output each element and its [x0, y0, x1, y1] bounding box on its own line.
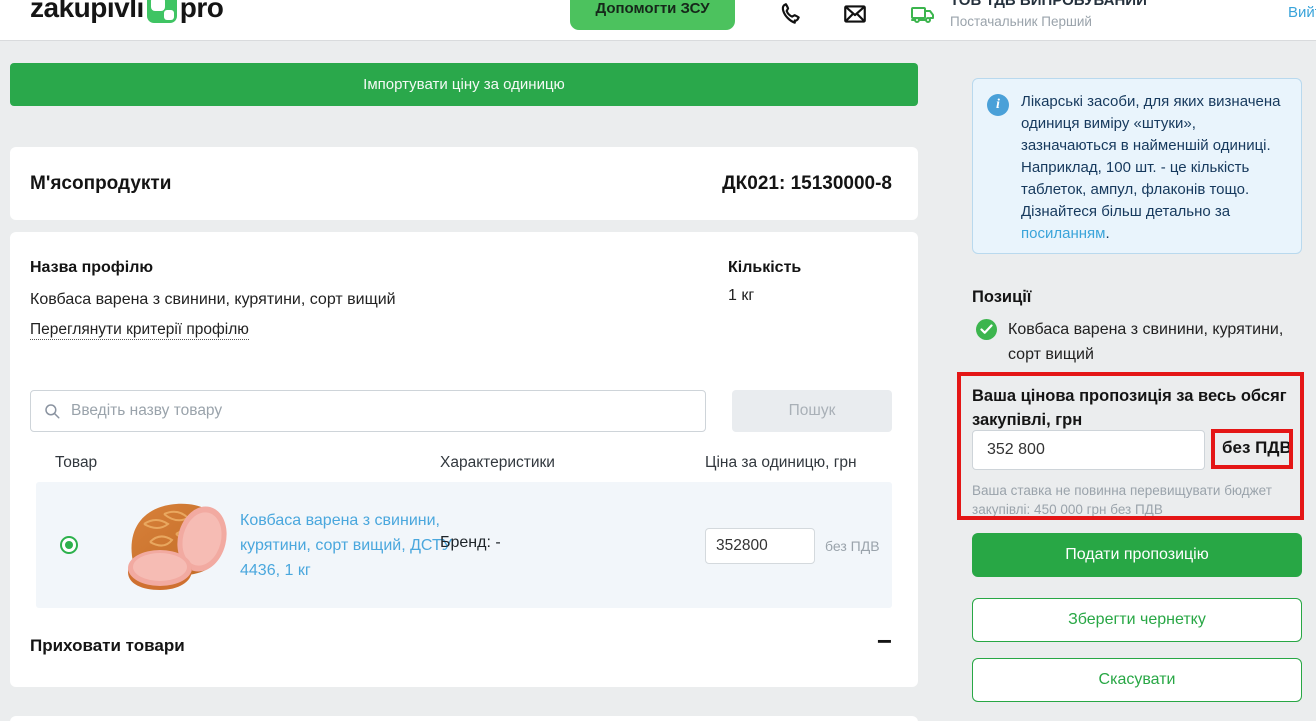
- mail-icon[interactable]: [842, 1, 868, 27]
- logout-link[interactable]: Вийти: [1288, 4, 1316, 21]
- profile-name-value: Ковбаса варена з свинини, курятини, сорт…: [30, 291, 396, 309]
- position-check-icon: [976, 319, 997, 340]
- column-header-characteristics: Характеристики: [440, 454, 555, 472]
- info-note: i Лікарські засоби, для яких визначена о…: [972, 78, 1302, 254]
- column-header-unit-price: Ціна за одиницю, грн: [705, 454, 857, 472]
- position-item: Ковбаса варена з свинини, курятини, сорт…: [1008, 317, 1304, 367]
- top-header: zakupivli pro Допомогти ЗСУ ТОВ ТДВ ВИПР…: [0, 0, 1316, 41]
- category-card: М'ясопродукти ДК021: 15130000-8: [10, 147, 918, 220]
- bid-budget-hint: Ваша ставка не повинна перевищувати бюдж…: [972, 481, 1276, 519]
- logo-text-left: zakupivli: [30, 0, 144, 24]
- logo-icon: [147, 0, 177, 23]
- info-icon: i: [987, 94, 1009, 116]
- logo[interactable]: zakupivli pro: [30, 0, 223, 24]
- info-note-link[interactable]: посиланням: [1021, 225, 1105, 242]
- quantity-value: 1 кг: [728, 287, 754, 305]
- category-code: ДК021: 15130000-8: [722, 173, 892, 195]
- view-profile-criteria-link[interactable]: Переглянути критерії профілю: [30, 321, 249, 340]
- submit-proposal-button[interactable]: Подати пропозицію: [972, 533, 1302, 577]
- column-header-product: Товар: [55, 454, 97, 472]
- positions-title: Позиції: [972, 288, 1031, 307]
- user-block[interactable]: ТОВ ТДВ ВИПРОБУВАНИЙ Постачальник Перший: [950, 0, 1210, 29]
- phone-icon[interactable]: [778, 1, 804, 27]
- info-note-text: Лікарські засоби, для яких визначена оди…: [1021, 91, 1289, 245]
- bid-vat-label: без ПДВ: [1222, 438, 1292, 458]
- cancel-button[interactable]: Скасувати: [972, 658, 1302, 702]
- info-note-suffix: .: [1105, 225, 1109, 242]
- table-row: Ковбаса варена з свинини, курятини, сорт…: [36, 482, 892, 608]
- next-card-edge: [10, 716, 918, 721]
- unit-price-vat-note: без ПДВ: [825, 538, 880, 554]
- hide-products-label[interactable]: Приховати товари: [30, 636, 185, 656]
- collapse-minus-icon[interactable]: −: [877, 626, 892, 657]
- profile-name-label: Назва профілю: [30, 259, 153, 277]
- save-draft-button[interactable]: Зберегти чернетку: [972, 598, 1302, 642]
- profile-card: Назва профілю Ковбаса варена з свинини, …: [10, 232, 918, 687]
- product-image-sausage: [114, 494, 239, 596]
- product-search-field[interactable]: [30, 390, 706, 432]
- quantity-label: Кількість: [728, 259, 801, 277]
- category-title: М'ясопродукти: [30, 173, 171, 195]
- user-name: ТОВ ТДВ ВИПРОБУВАНИЙ: [950, 0, 1210, 9]
- user-role: Постачальник Перший: [950, 14, 1210, 29]
- product-link[interactable]: Ковбаса варена з свинини, курятини, сорт…: [240, 508, 462, 583]
- info-note-body: Лікарські засоби, для яких визначена оди…: [1021, 93, 1281, 220]
- logo-text-right: pro: [180, 0, 224, 24]
- unit-price-input[interactable]: [705, 528, 815, 564]
- search-input[interactable]: [61, 391, 705, 431]
- product-brand: Бренд: -: [440, 534, 501, 552]
- search-button[interactable]: Пошук: [732, 390, 892, 432]
- delivery-truck-icon[interactable]: [910, 1, 936, 27]
- total-bid-input[interactable]: [972, 430, 1205, 470]
- product-radio-selected[interactable]: [60, 536, 78, 554]
- bid-label: Ваша цінова пропозиція за весь обсяг зак…: [972, 384, 1294, 432]
- import-unit-price-button[interactable]: Імпортувати ціну за одиницю: [10, 63, 918, 106]
- search-icon: [43, 402, 61, 420]
- help-army-button[interactable]: Допомогти ЗСУ: [570, 0, 735, 30]
